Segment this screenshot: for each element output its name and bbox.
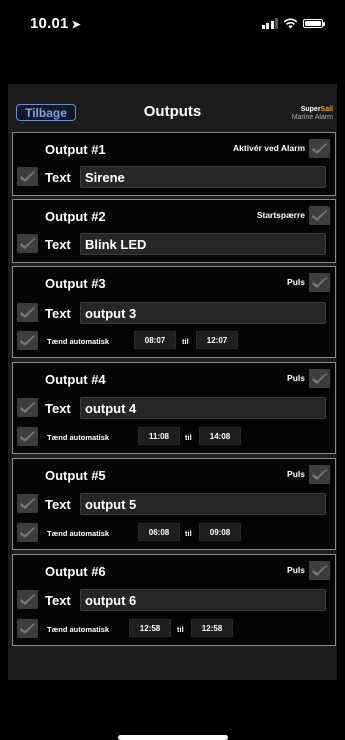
til-label: til xyxy=(177,625,184,634)
til-label: til xyxy=(182,337,189,346)
checkmark-icon xyxy=(20,238,35,249)
battery-icon xyxy=(303,18,325,28)
enable-checkbox[interactable] xyxy=(17,303,38,322)
outputs-screen: Tilbage Outputs SuperSail Marine Alarm O… xyxy=(8,84,337,680)
output-title: Output #5 xyxy=(45,468,106,483)
text-label: Text xyxy=(45,593,71,608)
puls-checkbox[interactable] xyxy=(309,369,330,388)
output-title: Output #3 xyxy=(45,276,106,291)
location-icon: ➤ xyxy=(71,18,81,31)
option-label: Puls xyxy=(287,373,305,383)
auto-checkbox[interactable] xyxy=(17,523,38,542)
option-label: Puls xyxy=(287,277,305,287)
navigation-bar: Tilbage Outputs SuperSail Marine Alarm xyxy=(8,84,337,128)
clock: 10.01 xyxy=(30,14,69,32)
cellular-signal-icon xyxy=(261,17,278,29)
output-panel-6: Output #6 Puls Text output 6 Tænd automa… xyxy=(12,554,336,646)
status-time: 10.01 ➤ xyxy=(30,15,81,32)
time-to-field[interactable]: 14:08 xyxy=(199,427,241,445)
auto-checkbox[interactable] xyxy=(17,427,38,446)
output-text-input[interactable]: output 5 xyxy=(80,493,326,515)
output-text-input[interactable]: output 6 xyxy=(80,589,326,611)
enable-checkbox[interactable] xyxy=(17,234,38,253)
checkmark-icon xyxy=(20,431,35,442)
time-to-field[interactable]: 12:07 xyxy=(196,331,238,349)
til-label: til xyxy=(185,433,192,442)
checkmark-icon xyxy=(20,307,35,318)
checkmark-icon xyxy=(312,565,327,576)
enable-checkbox[interactable] xyxy=(17,398,38,417)
output-panel-5: Output #5 Puls Text output 5 Tænd automa… xyxy=(12,458,336,550)
option-label: Aktivér ved Alarm xyxy=(233,143,305,153)
checkmark-icon xyxy=(312,469,327,480)
output-panel-2: Output #2 Startspærre Text Blink LED xyxy=(12,199,336,263)
status-bar: 10.01 ➤ xyxy=(0,0,345,46)
option-label: Puls xyxy=(287,565,305,575)
checkmark-icon xyxy=(312,277,327,288)
text-label: Text xyxy=(45,497,71,512)
page-title: Outputs xyxy=(143,103,202,120)
status-icons xyxy=(261,17,325,29)
enable-checkbox[interactable] xyxy=(17,590,38,609)
auto-checkbox[interactable] xyxy=(17,619,38,638)
auto-label: Tænd automatisk xyxy=(47,625,110,634)
puls-checkbox[interactable] xyxy=(309,465,330,484)
output-panel-1: Output #1 Aktivér ved Alarm Text Sirene xyxy=(12,132,336,196)
output-title: Output #2 xyxy=(45,209,106,224)
text-label: Text xyxy=(45,401,71,416)
text-label: Text xyxy=(45,306,71,321)
home-indicator[interactable] xyxy=(118,735,228,740)
option-label: Puls xyxy=(287,469,305,479)
supersail-logo: SuperSail Marine Alarm xyxy=(291,106,333,121)
output-panel-4: Output #4 Puls Text output 4 Tænd automa… xyxy=(12,362,336,454)
checkmark-icon xyxy=(20,527,35,538)
time-from-field[interactable]: 12:58 xyxy=(129,619,171,637)
checkmark-icon xyxy=(20,171,35,182)
time-to-field[interactable]: 09:08 xyxy=(199,523,241,541)
checkmark-icon xyxy=(20,335,35,346)
auto-checkbox[interactable] xyxy=(17,331,38,350)
checkmark-icon xyxy=(20,623,35,634)
wifi-icon xyxy=(283,18,298,28)
output-text-input[interactable]: Blink LED xyxy=(80,233,326,255)
time-to-field[interactable]: 12:58 xyxy=(191,619,233,637)
enable-checkbox[interactable] xyxy=(17,494,38,513)
checkmark-icon xyxy=(312,210,327,221)
puls-checkbox[interactable] xyxy=(309,273,330,292)
checkmark-icon xyxy=(20,402,35,413)
output-title: Output #1 xyxy=(45,142,106,157)
option-label: Startspærre xyxy=(256,210,305,220)
output-text-input[interactable]: output 3 xyxy=(80,302,326,324)
checkmark-icon xyxy=(312,373,327,384)
text-label: Text xyxy=(45,237,71,252)
output-title: Output #6 xyxy=(45,564,106,579)
puls-checkbox[interactable] xyxy=(309,561,330,580)
auto-label: Tænd automatisk xyxy=(47,337,110,346)
time-from-field[interactable]: 11:08 xyxy=(138,427,180,445)
output-text-input[interactable]: Sirene xyxy=(80,166,326,188)
output-text-input[interactable]: output 4 xyxy=(80,397,326,419)
time-from-field[interactable]: 06:08 xyxy=(138,523,180,541)
alarm-checkbox[interactable] xyxy=(309,139,330,158)
output-title: Output #4 xyxy=(45,372,106,387)
checkmark-icon xyxy=(20,594,35,605)
time-from-field[interactable]: 08:07 xyxy=(134,331,176,349)
bottom-area xyxy=(0,680,345,740)
text-label: Text xyxy=(45,170,71,185)
auto-label: Tænd automatisk xyxy=(47,433,110,442)
startspaerre-checkbox[interactable] xyxy=(309,206,330,225)
checkmark-icon xyxy=(312,143,327,154)
auto-label: Tænd automatisk xyxy=(47,529,110,538)
til-label: til xyxy=(185,529,192,538)
enable-checkbox[interactable] xyxy=(17,167,38,186)
checkmark-icon xyxy=(20,498,35,509)
output-panel-3: Output #3 Puls Text output 3 Tænd automa… xyxy=(12,266,336,358)
